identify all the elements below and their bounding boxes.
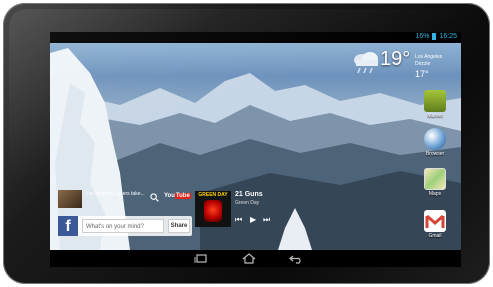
dock-item-market[interactable]: Market (415, 90, 455, 119)
dock-item-browser[interactable]: Browser (415, 128, 455, 157)
song-artist: Green Day (235, 200, 260, 206)
dock-item-maps[interactable]: Maps (415, 168, 455, 197)
status-time: 16:25 (439, 33, 457, 40)
maps-icon (424, 168, 446, 190)
battery-icon (432, 33, 437, 40)
dock-item-gmail[interactable]: Gmail (415, 210, 455, 239)
navigation-bar (50, 250, 461, 267)
market-icon (424, 90, 446, 112)
song-title: 21 Guns (235, 191, 263, 198)
dock-label: Browser (425, 151, 445, 157)
dock-label: Market (427, 113, 443, 119)
album-art[interactable]: GREEN DAY (195, 191, 231, 227)
weather-location: Los Angeles (415, 54, 443, 60)
music-widget: GREEN DAY 21 Guns Green Day ⏮ ▶ ⏭ (195, 189, 295, 237)
recent-apps-icon[interactable] (193, 253, 209, 264)
dock-label: Maps (428, 191, 442, 197)
gmail-icon (424, 210, 446, 232)
album-band: GREEN DAY (198, 192, 228, 198)
weather-widget[interactable]: 19° Los Angeles Drizzle 17° (352, 46, 452, 86)
facebook-icon[interactable]: f (58, 216, 78, 236)
screen: 16% 16:25 19° Los Angeles Drizzle 17° Ma… (50, 32, 461, 267)
video-title: Los Angeles Lakers take... (86, 191, 145, 197)
rain-cloud-icon (354, 52, 378, 74)
weather-condition: Drizzle (415, 61, 431, 67)
status-bar: 16% 16:25 (50, 32, 461, 43)
share-button[interactable]: Share (168, 219, 190, 233)
tablet-frame: 16% 16:25 19° Los Angeles Drizzle 17° Ma… (3, 3, 490, 284)
facebook-widget: f What's on your mind? Share (58, 216, 192, 236)
youtube-widget[interactable]: Los Angeles Lakers take... YouTube (58, 190, 192, 210)
status-input[interactable]: What's on your mind? (82, 219, 164, 233)
video-thumbnail[interactable] (58, 190, 82, 208)
play-icon[interactable]: ▶ (250, 215, 256, 224)
heart-grenade-art (204, 200, 222, 222)
dock-label: Gmail (428, 233, 442, 239)
low-temperature: 17° (415, 69, 429, 79)
search-icon[interactable] (150, 193, 159, 202)
browser-globe-icon (424, 128, 446, 150)
youtube-logo: YouTube (164, 193, 191, 199)
previous-track-icon[interactable]: ⏮ (235, 215, 242, 225)
home-icon[interactable] (241, 253, 257, 264)
battery-percent: 16% (415, 33, 430, 40)
current-temperature: 19° (380, 48, 411, 70)
back-icon[interactable] (288, 253, 304, 264)
next-track-icon[interactable]: ⏭ (263, 215, 270, 225)
